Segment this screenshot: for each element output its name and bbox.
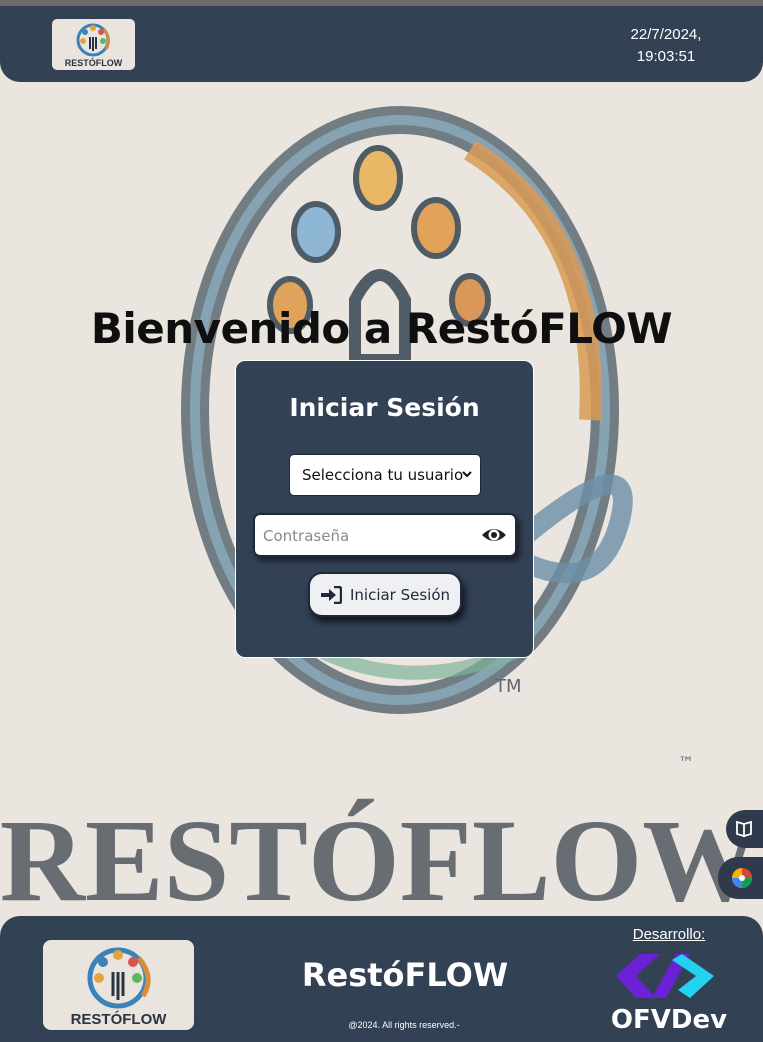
developer-label[interactable]: Desarrollo: [610, 926, 728, 943]
time-text: 19:03:51 [636, 48, 696, 65]
login-button-label: Iniciar Sesión [349, 585, 451, 604]
eye-icon[interactable] [481, 524, 507, 546]
password-field[interactable] [253, 513, 517, 557]
date-text: 22/7/2024, [630, 26, 702, 43]
chevron-down-icon [462, 471, 472, 478]
user-select-value: Selecciona tu usuario [302, 466, 464, 484]
login-title: Iniciar Sesión [289, 393, 480, 422]
extension-side-button[interactable] [718, 857, 763, 899]
datetime-display: 22/7/2024, 19:03:51 [611, 24, 721, 68]
book-icon [736, 820, 752, 838]
reader-side-button[interactable] [726, 810, 763, 848]
background-wordmark: RESTÓFLOW [0, 795, 760, 926]
login-button[interactable]: Iniciar Sesión [308, 572, 462, 617]
ofvdev-logo-icon[interactable] [612, 946, 718, 1006]
color-wheel-icon [732, 868, 752, 888]
user-select[interactable]: Selecciona tu usuario [289, 454, 481, 496]
password-input[interactable] [263, 524, 473, 548]
login-card: Iniciar Sesión Selecciona tu usuario Ini… [235, 360, 534, 658]
svg-text:TM: TM [494, 676, 522, 697]
svg-text:™: ™ [678, 753, 694, 772]
footer: RESTÓFLOW RestóFLOW @2024. All rights re… [0, 916, 763, 1042]
restoflow-logo-icon [76, 23, 111, 57]
header-logo[interactable]: RESTÓFLOW [52, 19, 135, 70]
login-page: TM RESTÓFLOW ™ RESTÓFLOW 22/7/2024, 19:0… [0, 0, 763, 1042]
welcome-title: Bienvenido a RestóFLOW [90, 304, 673, 353]
sign-in-icon [320, 585, 342, 604]
top-header: RESTÓFLOW 22/7/2024, 19:03:51 [0, 6, 763, 82]
header-logo-text: RESTÓFLOW [64, 58, 123, 68]
developer-name: OFVDev [610, 1005, 728, 1035]
